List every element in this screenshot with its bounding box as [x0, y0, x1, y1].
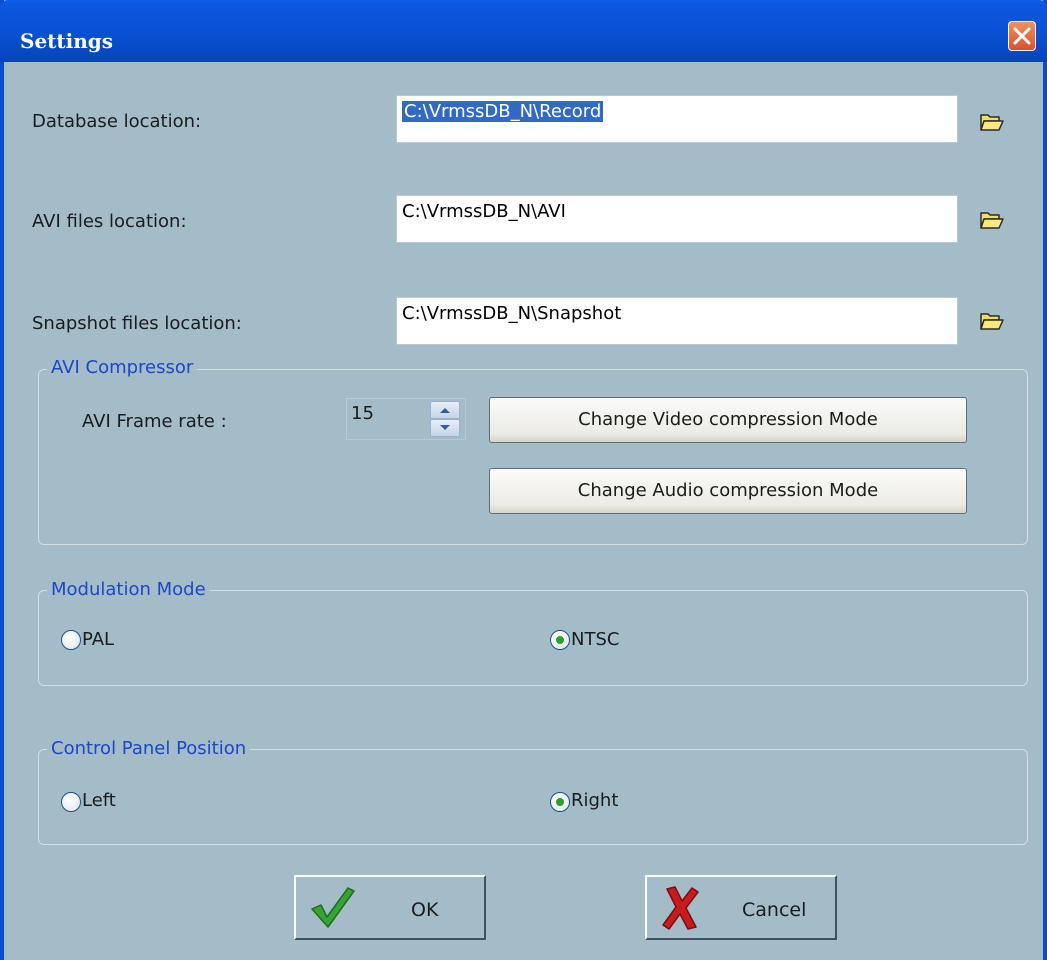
x-mark-icon	[662, 886, 699, 930]
snapshot-location-label: Snapshot files location:	[32, 313, 242, 334]
snapshot-location-value: C:\VrmssDB_N\Snapshot	[402, 303, 622, 324]
chevron-down-icon	[440, 425, 450, 430]
avi-compressor-group	[38, 369, 1028, 545]
close-button[interactable]	[1008, 21, 1036, 51]
folder-open-icon	[980, 313, 1004, 330]
radio-pal[interactable]	[61, 630, 81, 650]
title-bar: Settings	[0, 0, 1047, 62]
checkmark-icon	[311, 887, 355, 928]
cancel-button-label: Cancel	[742, 899, 807, 921]
control-panel-position-group	[38, 749, 1028, 845]
snapshot-location-field[interactable]: C:\VrmssDB_N\Snapshot	[396, 297, 958, 345]
ok-button[interactable]: OK	[294, 875, 486, 940]
cancel-button[interactable]: Cancel	[645, 875, 837, 940]
radio-selected-dot	[556, 798, 564, 806]
database-browse-button[interactable]	[979, 111, 1005, 133]
change-video-compression-button[interactable]: Change Video compression Mode	[489, 397, 967, 443]
avi-compressor-title: AVI Compressor	[47, 357, 198, 378]
spin-down-button[interactable]	[430, 419, 460, 437]
chevron-up-icon	[440, 408, 450, 413]
frame-rate-value: 15	[351, 403, 374, 424]
radio-left[interactable]	[61, 792, 81, 812]
frame-rate-label: AVI Frame rate :	[82, 411, 227, 432]
radio-ntsc-label: NTSC	[571, 629, 620, 650]
control-panel-position-title: Control Panel Position	[47, 738, 251, 759]
modulation-mode-title: Modulation Mode	[47, 579, 210, 600]
avi-location-label: AVI files location:	[32, 211, 187, 232]
database-location-label: Database location:	[32, 111, 202, 132]
snapshot-browse-button[interactable]	[979, 310, 1005, 332]
radio-right[interactable]	[550, 792, 570, 812]
radio-right-label: Right	[571, 790, 619, 811]
close-icon	[1013, 27, 1031, 45]
settings-dialog: Settings Database location: C:\VrmssDB_N…	[0, 0, 1047, 960]
modulation-mode-group	[38, 590, 1028, 686]
window-title: Settings	[20, 29, 114, 53]
radio-left-label: Left	[82, 790, 116, 811]
radio-ntsc[interactable]	[550, 630, 570, 650]
avi-location-value: C:\VrmssDB_N\AVI	[402, 201, 566, 222]
ok-button-label: OK	[411, 899, 439, 921]
spin-up-button[interactable]	[430, 401, 460, 419]
frame-rate-spinner[interactable]: 15	[346, 398, 466, 440]
avi-location-field[interactable]: C:\VrmssDB_N\AVI	[396, 195, 958, 243]
database-location-field[interactable]: C:\VrmssDB_N\Record	[396, 95, 958, 143]
folder-open-icon	[980, 212, 1004, 229]
radio-selected-dot	[556, 636, 564, 644]
database-location-value: C:\VrmssDB_N\Record	[402, 101, 604, 122]
folder-open-icon	[980, 114, 1004, 131]
radio-pal-label: PAL	[82, 629, 115, 650]
change-audio-compression-button[interactable]: Change Audio compression Mode	[489, 468, 967, 514]
avi-browse-button[interactable]	[979, 209, 1005, 231]
